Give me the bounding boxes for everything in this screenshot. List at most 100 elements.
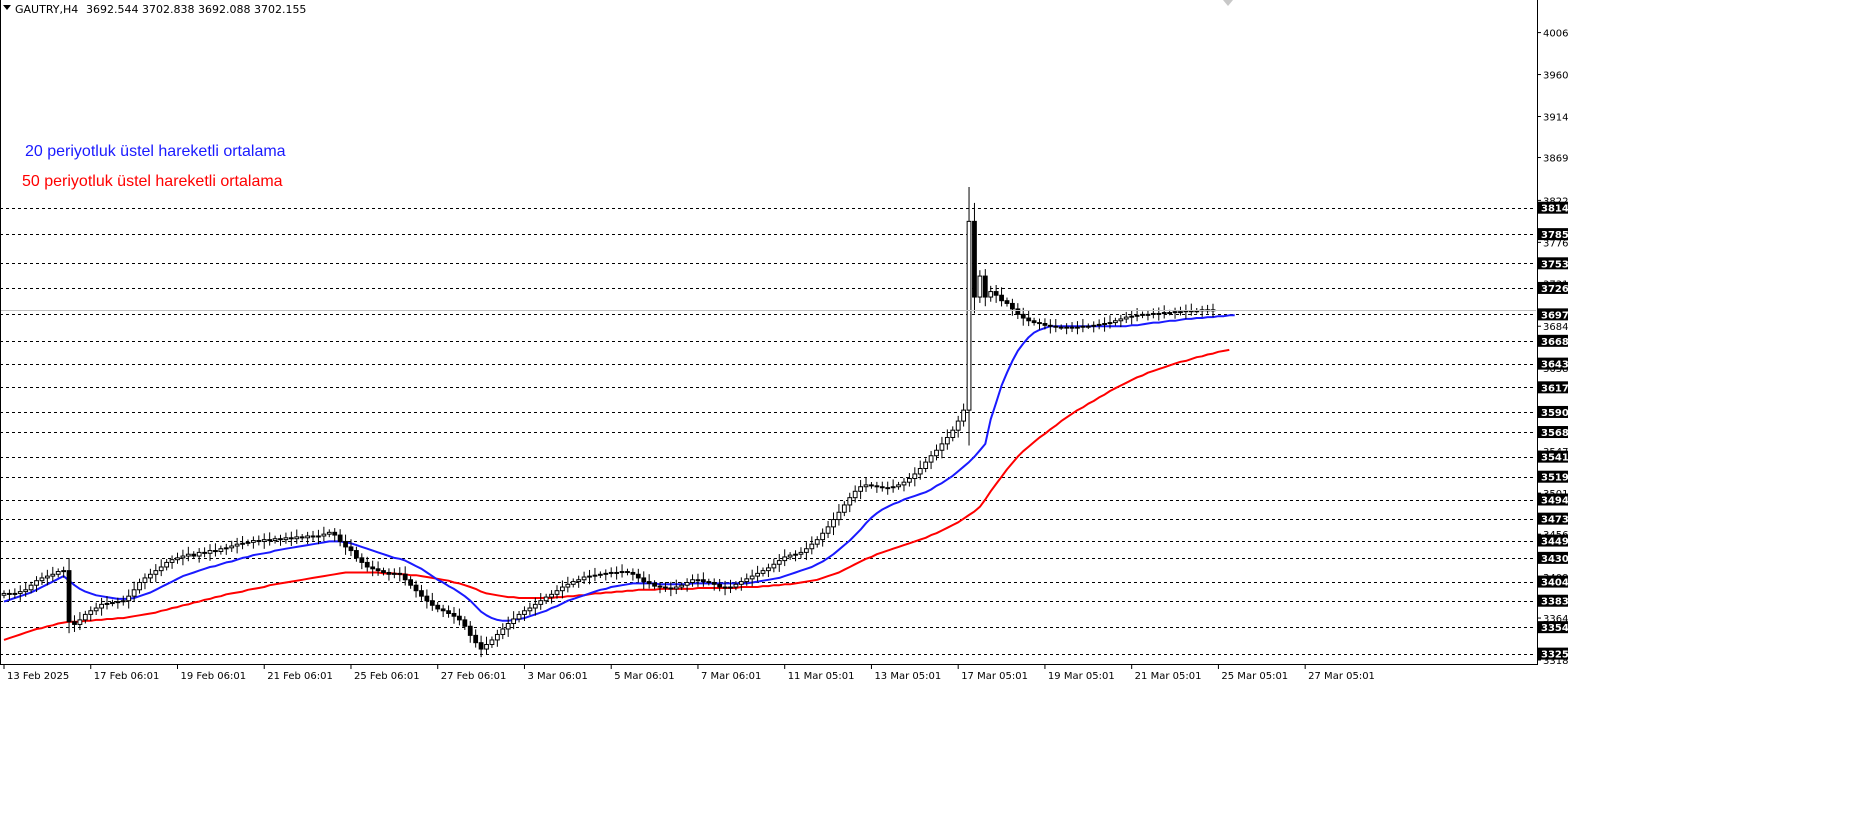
candle-body	[1140, 313, 1145, 316]
candle-body	[1150, 312, 1156, 315]
candle-body	[668, 587, 674, 590]
candle-body	[1, 592, 7, 596]
level-label-text: 3519	[1541, 473, 1569, 484]
candle-body	[1053, 325, 1059, 328]
candle-body	[1020, 313, 1026, 319]
candle-body	[1069, 326, 1075, 329]
candle-body	[934, 449, 939, 457]
level-label: 3668	[1538, 334, 1569, 348]
candle-body	[663, 586, 668, 589]
level-label: 3325	[1538, 647, 1569, 661]
candle-body	[229, 545, 235, 549]
candle-body	[147, 573, 153, 579]
candle-body	[261, 539, 267, 542]
y-tick-label: 3960	[1543, 71, 1568, 82]
x-tick-label: 19 Feb 06:01	[180, 671, 246, 682]
y-tick-label: 3684	[1543, 322, 1568, 333]
x-tick-label: 13 Feb 2025	[7, 671, 69, 682]
candle-body	[1064, 326, 1070, 329]
candle-body	[473, 634, 479, 644]
candle-body	[196, 551, 202, 557]
candle-body	[115, 601, 121, 604]
candle-body	[901, 481, 907, 486]
candle-body	[12, 592, 18, 595]
candle-body	[191, 553, 197, 557]
candle-body	[489, 639, 495, 645]
x-tick-label: 21 Mar 05:01	[1135, 671, 1202, 682]
candle-body	[337, 534, 343, 542]
candle-body	[99, 603, 104, 609]
candle-body	[700, 579, 706, 583]
candle-body	[245, 541, 251, 544]
candle-body	[766, 567, 771, 572]
x-tick-label: 27 Mar 05:01	[1308, 671, 1375, 682]
level-label: 3785	[1538, 228, 1569, 241]
level-label-text: 3814	[1541, 204, 1569, 215]
candle-body	[782, 556, 788, 562]
candle-body	[625, 571, 630, 574]
x-tick-label: 25 Feb 06:01	[354, 671, 420, 682]
candle-body	[863, 484, 869, 488]
candle-body	[484, 643, 489, 650]
candle-body	[1145, 313, 1151, 316]
candle-body	[836, 511, 842, 521]
level-label-text: 3590	[1541, 408, 1569, 419]
price-chart[interactable]: GAUTRY,H4 3692.544 3702.838 3692.088 370…	[0, 0, 1860, 821]
candle-body	[408, 579, 414, 586]
level-label: 3404	[1538, 575, 1569, 589]
candle-body	[169, 559, 175, 563]
candle-body	[1118, 318, 1124, 322]
candle-body	[386, 571, 392, 575]
candle-body	[218, 548, 224, 552]
level-label-text: 3494	[1541, 496, 1569, 507]
candle-body	[381, 570, 386, 573]
x-tick-label: 11 Mar 05:01	[788, 671, 855, 682]
candle-body	[554, 590, 560, 595]
candle-body	[511, 618, 517, 625]
candle-body	[462, 619, 468, 627]
candle-body	[326, 531, 332, 535]
x-tick-label: 17 Mar 05:01	[961, 671, 1028, 682]
candle-body	[1085, 325, 1091, 328]
candle-body	[7, 592, 12, 595]
candle-body	[294, 536, 300, 540]
candle-body	[1091, 324, 1097, 327]
candle-body	[820, 532, 826, 541]
candle-body	[814, 539, 820, 545]
x-tick-label: 17 Feb 06:01	[94, 671, 160, 682]
candle-body	[852, 490, 858, 499]
candle-body	[939, 443, 945, 451]
candle-body	[288, 537, 294, 540]
candle-body	[429, 600, 435, 606]
level-label: 3697	[1538, 308, 1569, 321]
candle-body	[348, 546, 354, 552]
candle-body	[532, 603, 538, 609]
level-label: 3449	[1538, 534, 1569, 548]
candle-body	[760, 570, 766, 574]
candle-body	[587, 575, 592, 578]
candle-body	[614, 571, 620, 574]
candle-body	[1102, 322, 1107, 325]
candle-body	[1161, 312, 1167, 315]
candle-body	[890, 486, 896, 489]
level-label-text: 3785	[1541, 230, 1569, 241]
candle-body	[733, 583, 739, 588]
candle-body	[55, 571, 61, 575]
x-tick-label: 7 Mar 06:01	[701, 671, 761, 682]
candle-body	[522, 610, 527, 615]
candle-body	[738, 581, 744, 585]
candle-body	[1037, 322, 1042, 325]
candle-body	[435, 604, 441, 610]
ohlc-values: 3692.544 3702.838 3692.088 3702.155	[86, 3, 306, 16]
chart-background	[0, 0, 1860, 821]
candle-body	[207, 550, 213, 554]
candle-body	[343, 540, 348, 548]
candle-body	[316, 535, 321, 538]
candle-body	[419, 590, 424, 597]
level-label-text: 3430	[1541, 554, 1569, 565]
candle-body	[23, 589, 29, 593]
candle-body	[267, 539, 273, 542]
candle-body	[1096, 323, 1102, 326]
candle-body	[272, 538, 278, 542]
candle-body	[413, 584, 419, 592]
